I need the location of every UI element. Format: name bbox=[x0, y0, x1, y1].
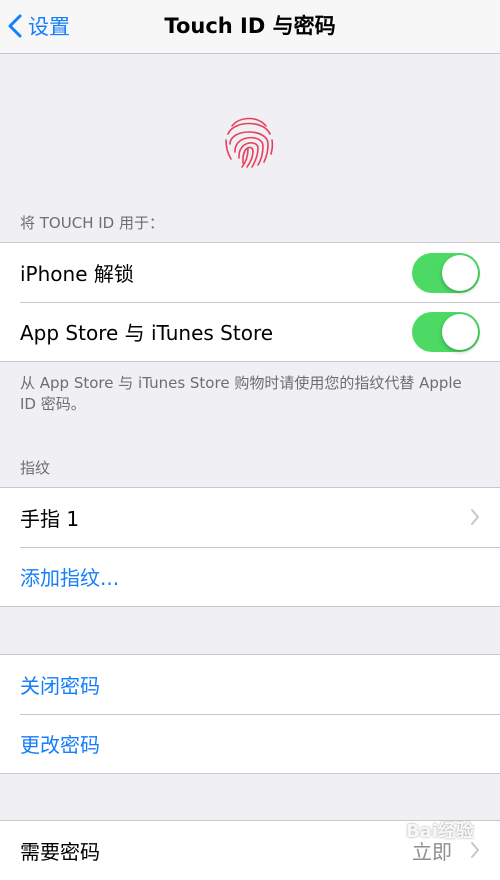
app-store-toggle[interactable] bbox=[412, 312, 480, 352]
change-passcode-label: 更改密码 bbox=[20, 733, 100, 757]
finger-1-row[interactable]: 手指 1 bbox=[0, 488, 500, 547]
add-fingerprint-label: 添加指纹... bbox=[20, 566, 120, 590]
finger-1-label: 手指 1 bbox=[20, 507, 80, 531]
touch-id-footer-note: 从 App Store 与 iTunes Store 购物时请使用您的指纹代替 … bbox=[20, 374, 462, 413]
turn-passcode-off-label: 关闭密码 bbox=[20, 674, 100, 698]
watermark: Bai经验 bbox=[405, 821, 474, 842]
app-store-row: App Store 与 iTunes Store bbox=[0, 302, 500, 361]
iphone-unlock-toggle[interactable] bbox=[412, 253, 480, 293]
fingerprint-icon bbox=[225, 117, 274, 168]
touch-id-usage-group: iPhone 解锁 App Store 与 iTunes Store bbox=[0, 242, 500, 362]
fingerprints-group: 手指 1 添加指纹... bbox=[0, 487, 500, 607]
change-passcode-button[interactable]: 更改密码 bbox=[0, 714, 500, 773]
iphone-unlock-label: iPhone 解锁 bbox=[20, 262, 134, 286]
navigation-bar: 设置 Touch ID 与密码 bbox=[0, 0, 500, 54]
app-store-label: App Store 与 iTunes Store bbox=[20, 321, 274, 345]
passcode-group: 关闭密码 更改密码 bbox=[0, 654, 500, 774]
chevron-right-icon bbox=[471, 842, 479, 858]
page-title: Touch ID 与密码 bbox=[164, 14, 336, 38]
toggle-knob bbox=[442, 255, 478, 291]
fingerprints-section-header: 指纹 bbox=[20, 459, 51, 477]
chevron-right-icon bbox=[471, 509, 479, 525]
add-fingerprint-button[interactable]: 添加指纹... bbox=[0, 547, 500, 606]
touch-id-section-header: 将 TOUCH ID 用于： bbox=[20, 214, 164, 232]
require-passcode-label: 需要密码 bbox=[20, 840, 100, 864]
toggle-knob bbox=[442, 314, 478, 350]
iphone-unlock-row: iPhone 解锁 bbox=[0, 243, 500, 302]
turn-passcode-off-button[interactable]: 关闭密码 bbox=[0, 655, 500, 714]
